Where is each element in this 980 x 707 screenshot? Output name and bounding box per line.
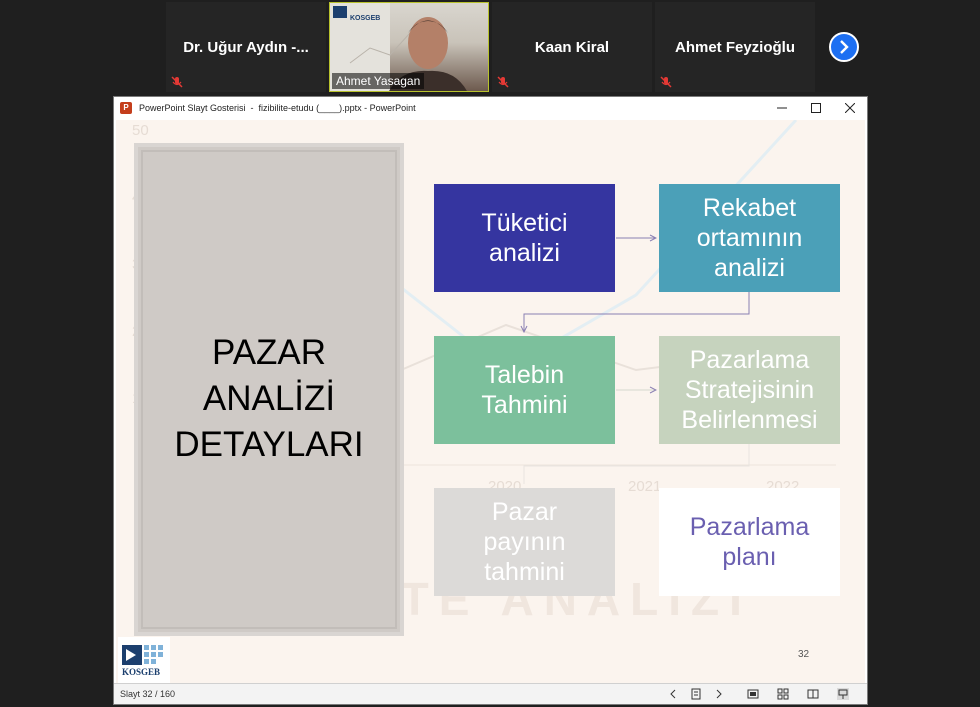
participant-name: Ahmet Yasagan	[332, 73, 425, 89]
participant-name: Ahmet Feyzioğlu	[674, 38, 795, 56]
participant-tile[interactable]: Kaan Kiral	[492, 2, 652, 92]
flow-box-consumer-analysis: Tüketici analizi	[434, 184, 615, 292]
close-icon	[845, 102, 855, 113]
chevron-right-icon	[840, 40, 849, 54]
next-participants-button[interactable]	[829, 32, 859, 62]
participant-strip: Dr. Uğur Aydın -... KOSGEB Ahmet Yasagan…	[0, 0, 980, 96]
next-slide-icon[interactable]	[712, 687, 726, 701]
participant-tile[interactable]: Ahmet Feyzioğlu	[655, 2, 815, 92]
participant-video-tile[interactable]: KOSGEB Ahmet Yasagan	[329, 2, 489, 92]
slide-overview-icon[interactable]	[689, 687, 703, 701]
powerpoint-window: P PowerPoint Slayt Gosterisi - fizibilit…	[113, 96, 868, 705]
flow-box-market-share: Pazar payının tahmini	[434, 488, 615, 596]
previous-slide-icon[interactable]	[666, 687, 680, 701]
presentation-statusbar: Slayt 32 / 160	[114, 683, 867, 704]
slideshow-view-icon[interactable]	[836, 687, 850, 701]
slide-counter: Slayt 32 / 160	[120, 689, 176, 699]
flow-box-marketing-strategy: Pazarlama Stratejisinin Belirlenmesi	[659, 336, 840, 444]
flow-box-competition-analysis: Rekabet ortamının analizi	[659, 184, 840, 292]
close-button[interactable]	[833, 97, 867, 118]
flow-box-demand-forecast: Talebin Tahmini	[434, 336, 615, 444]
minimize-icon	[777, 107, 787, 108]
muted-mic-icon	[171, 76, 183, 88]
maximize-button[interactable]	[799, 97, 833, 118]
flow-box-marketing-plan: Pazarlama planı	[659, 488, 840, 596]
kosgeb-logo: KOSGEB	[118, 637, 170, 683]
window-titlebar: P PowerPoint Slayt Gosterisi - fizibilit…	[114, 97, 867, 118]
minimize-button[interactable]	[765, 97, 799, 118]
participant-tile[interactable]: Dr. Uğur Aydın -...	[166, 2, 326, 92]
participant-name: Kaan Kiral	[534, 38, 610, 56]
video-logo: KOSGEB	[350, 15, 381, 22]
slide-sorter-icon[interactable]	[776, 687, 790, 701]
slide-canvas: 50 40 30 20 10 0 2018 2019 2020 2021 202…	[116, 120, 865, 684]
slide-page-number: 32	[798, 649, 810, 660]
window-title: PowerPoint Slayt Gosterisi - fizibilite-…	[139, 102, 416, 113]
maximize-icon	[811, 102, 821, 113]
muted-mic-icon	[660, 76, 672, 88]
muted-mic-icon	[497, 76, 509, 88]
kosgeb-logo-text: KOSGEB	[122, 667, 161, 677]
normal-view-icon[interactable]	[746, 687, 760, 701]
reading-view-icon[interactable]	[806, 687, 820, 701]
participant-name: Dr. Uğur Aydın -...	[183, 38, 309, 56]
powerpoint-icon: P	[120, 101, 132, 114]
